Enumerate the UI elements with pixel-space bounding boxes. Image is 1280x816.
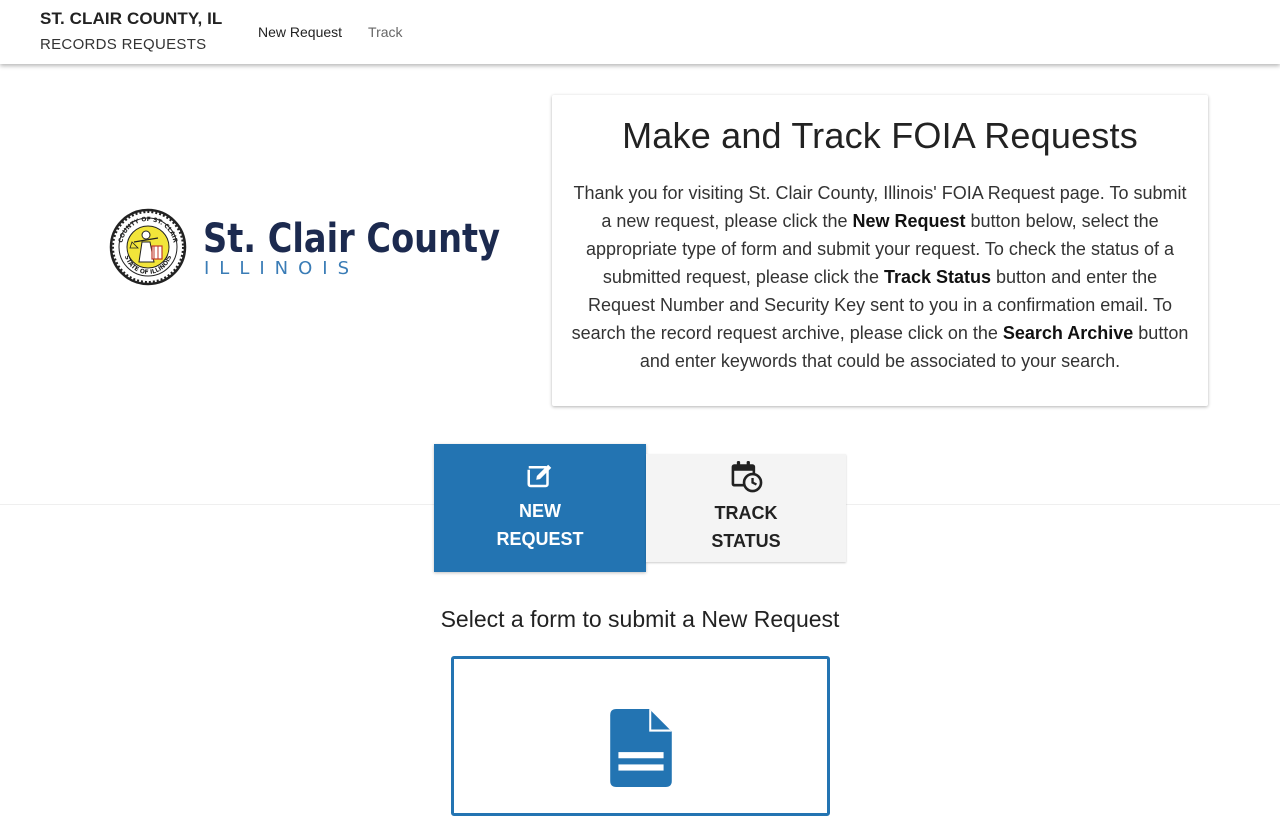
brand-subtitle: RECORDS REQUESTS <box>40 36 207 53</box>
tab-new-request[interactable]: NEW REQUEST <box>434 444 646 572</box>
document-icon <box>610 709 672 787</box>
intro-card: Make and Track FOIA Requests Thank you f… <box>552 95 1208 406</box>
intro-bold-track-status: Track Status <box>883 267 992 287</box>
logo-state: ILLINOIS <box>204 258 359 279</box>
tab-track-status-label: TRACK STATUS <box>711 503 781 551</box>
tab-new-request-label: NEW REQUEST <box>496 501 584 549</box>
edit-icon <box>527 464 552 488</box>
top-nav: New Request Track <box>258 24 403 40</box>
county-logo: COUNTY OF ST. CLAIR STATE OF ILLINOIS St… <box>108 206 508 288</box>
tab-track-status[interactable]: TRACK STATUS <box>646 454 846 562</box>
request-tabs: NEW REQUEST TRACK STATUS <box>434 444 846 572</box>
form-card[interactable] <box>451 656 830 816</box>
calendar-clock-icon <box>731 460 763 493</box>
intro-bold-new-request: New Request <box>852 211 966 231</box>
logo-name: St. Clair County <box>203 216 500 262</box>
section-title: Select a form to submit a New Request <box>440 606 840 632</box>
site-brand[interactable]: ST. CLAIR COUNTY, IL RECORDS REQUESTS <box>40 9 222 53</box>
intro-bold-search-archive: Search Archive <box>1002 323 1134 343</box>
page-title: Make and Track FOIA Requests <box>622 115 1138 156</box>
county-seal-logo: COUNTY OF ST. CLAIR STATE OF ILLINOIS St… <box>109 208 500 286</box>
nav-new-request-link[interactable]: New Request <box>258 24 342 40</box>
intro-paragraph: Thank you for visiting St. Clair County,… <box>571 183 1189 371</box>
nav-track-link[interactable]: Track <box>368 24 402 40</box>
top-app-bar: ST. CLAIR COUNTY, IL RECORDS REQUESTS Ne… <box>0 0 1280 64</box>
brand-title: ST. CLAIR COUNTY, IL <box>40 9 223 28</box>
